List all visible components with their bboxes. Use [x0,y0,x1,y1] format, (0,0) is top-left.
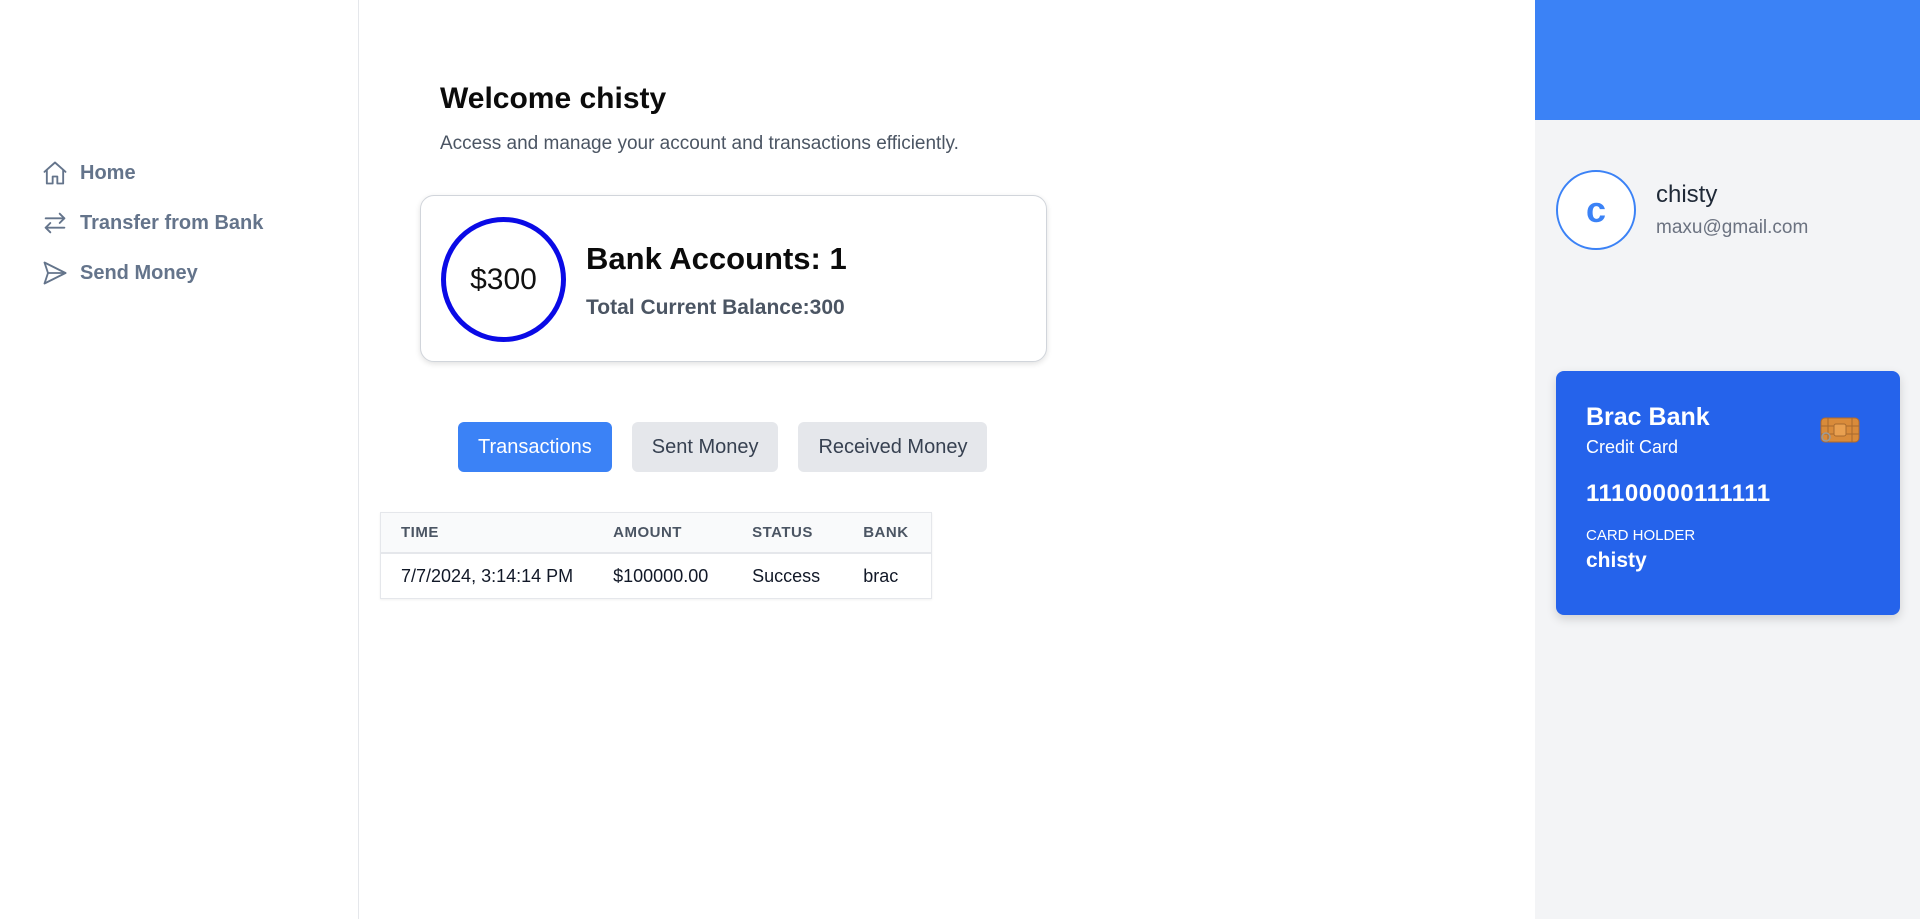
tab-transactions[interactable]: Transactions [458,422,612,472]
tab-sent-money[interactable]: Sent Money [631,422,779,472]
transaction-tabs: Transactions Sent Money Received Money [458,422,988,472]
sidebar-item-send-money[interactable]: Send Money [40,248,263,298]
card-number: 11100000111111 [1586,480,1771,507]
balance-summary-card: $300 Bank Accounts: 1 Total Current Bala… [420,195,1047,362]
sidebar-nav: Home Transfer from Bank Send Money [40,148,263,298]
profile-email: maxu@gmail.com [1656,217,1809,238]
cell-bank: brac [863,565,899,586]
sidebar-item-label: Home [80,161,136,184]
profile-panel: c chisty maxu@gmail.com Brac Bank Credit… [1535,0,1920,919]
cell-amount: $100000.00 [613,565,709,586]
transactions-table: TIME AMOUNT STATUS BANK 7/7/2024, 3:14:1… [380,512,932,599]
column-header-time: TIME [401,524,439,541]
cell-time: 7/7/2024, 3:14:14 PM [401,565,574,586]
sidebar-item-label: Transfer from Bank [80,211,264,234]
main-content: Welcome chisty Access and manage your ac… [360,0,1535,919]
send-icon [40,258,70,288]
column-header-amount: AMOUNT [613,524,682,541]
page-title: Welcome chisty [440,82,667,115]
sidebar-item-transfer-from-bank[interactable]: Transfer from Bank [40,198,263,248]
sidebar-item-home[interactable]: Home [40,148,263,198]
home-icon [40,158,70,188]
bank-card[interactable]: Brac Bank Credit Card 11100000111111 CAR… [1556,371,1900,615]
card-type: Credit Card [1586,437,1679,457]
total-current-balance: Total Current Balance:300 [586,296,845,319]
avatar: c [1556,170,1636,250]
column-header-bank: BANK [863,524,909,541]
profile-name: chisty [1656,181,1718,208]
card-chip-icon [1820,417,1860,443]
balance-circle: $300 [441,217,566,342]
cell-status: Success [752,565,821,586]
table-header-row: TIME AMOUNT STATUS BANK [381,513,931,553]
page-subtitle: Access and manage your account and trans… [440,133,959,154]
sidebar: Home Transfer from Bank Send Money [0,0,359,919]
table-row: 7/7/2024, 3:14:14 PM $100000.00 Success … [381,553,931,598]
bank-accounts-count: Bank Accounts: 1 [586,241,847,276]
card-holder-name: chisty [1586,549,1647,572]
card-bank-name: Brac Bank [1586,403,1710,431]
card-holder-label: CARD HOLDER [1586,527,1696,544]
column-header-status: STATUS [752,524,813,541]
tab-received-money[interactable]: Received Money [798,422,988,472]
sidebar-item-label: Send Money [80,261,198,284]
transfer-icon [40,208,70,238]
profile-banner [1535,0,1920,120]
